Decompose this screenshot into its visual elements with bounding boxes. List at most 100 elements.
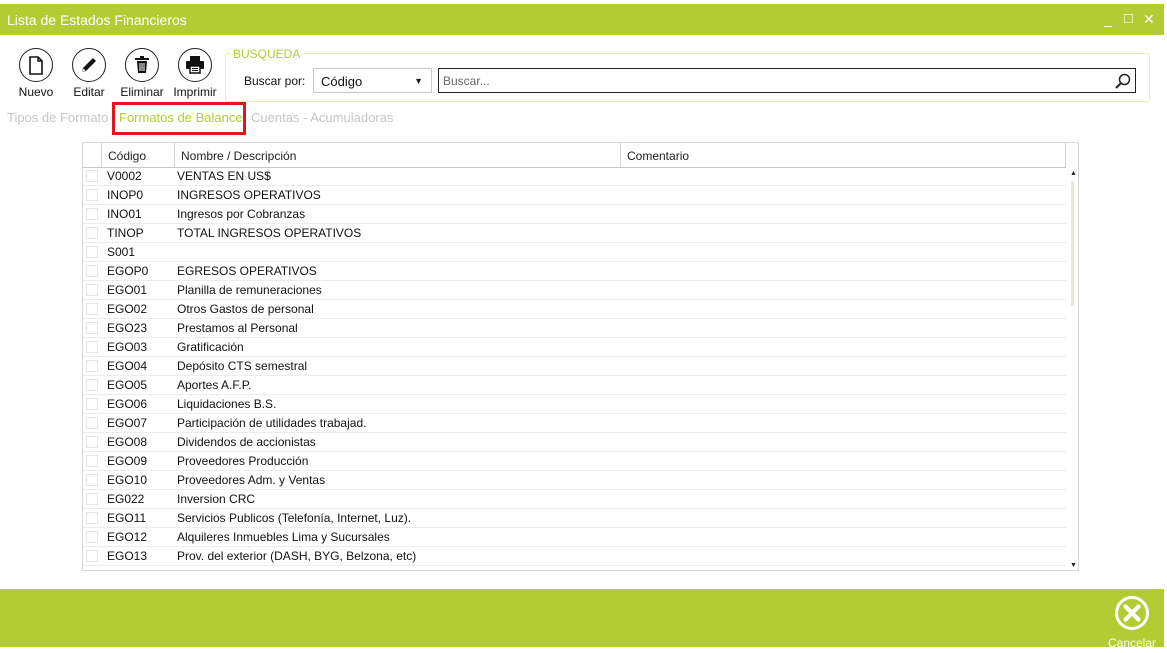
column-header-comment[interactable]: Comentario: [620, 143, 1066, 167]
search-box[interactable]: [438, 68, 1136, 93]
table-row[interactable]: EGO23 Prestamos al Personal: [83, 319, 1066, 338]
row-code: EGO09: [107, 454, 148, 468]
close-icon[interactable]: ✕: [1143, 11, 1155, 27]
row-code: EGO08: [107, 435, 148, 449]
row-checkbox[interactable]: [86, 322, 98, 334]
title-bar: Lista de Estados Financieros _ □ ✕: [0, 4, 1164, 35]
table-row[interactable]: EGO05 Aportes A.F.P.: [83, 376, 1066, 395]
row-name: Dividendos de accionistas: [177, 435, 316, 449]
grid-body: V0002 VENTAS EN US$ INOP0 INGRESOS OPERATIV…: [83, 167, 1066, 570]
chevron-down-icon: ▼: [414, 76, 423, 86]
row-name: TOTAL INGRESOS OPERATIVOS: [177, 226, 362, 240]
footer-bar: [0, 589, 1164, 647]
scroll-down-icon[interactable]: ▼: [1070, 562, 1077, 569]
row-name: Liquidaciones B.S.: [177, 397, 277, 411]
row-name: Proveedores Adm. y Ventas: [177, 473, 326, 487]
row-code: TINOP: [107, 226, 144, 240]
search-input[interactable]: [443, 71, 1103, 90]
row-name: Planilla de remuneraciones: [177, 283, 322, 297]
table-row[interactable]: TINOP TOTAL INGRESOS OPERATIVOS: [83, 224, 1066, 243]
scroll-up-icon[interactable]: ▲: [1070, 170, 1077, 177]
main-window: Lista de Estados Financieros _ □ ✕ Nuevo…: [0, 0, 1167, 653]
table-row[interactable]: S001: [83, 243, 1066, 262]
pencil-icon: [72, 48, 106, 82]
table-row[interactable]: EGO12 Alquileres Inmuebles Lima y Sucursa…: [83, 528, 1066, 547]
grid-header: Código Nombre / Descripción Comentario: [83, 143, 1066, 168]
row-checkbox[interactable]: [86, 265, 98, 277]
table-row[interactable]: EGO10 Proveedores Adm. y Ventas: [83, 471, 1066, 490]
row-code: EGO11: [107, 511, 147, 525]
table-row[interactable]: EGO13 Prov. del exterior (DASH, BYG, Belz…: [83, 547, 1066, 566]
column-header-code[interactable]: Código: [101, 143, 174, 167]
table-row[interactable]: EGO11 Servicios Publicos (Telefonía, Inte…: [83, 509, 1066, 528]
table-row[interactable]: EGO08 Dividendos de accionistas: [83, 433, 1066, 452]
row-checkbox[interactable]: [86, 436, 98, 448]
row-checkbox[interactable]: [86, 170, 98, 182]
row-checkbox[interactable]: [86, 208, 98, 220]
table-row[interactable]: EGO07 Participación de utilidades trabaja…: [83, 414, 1066, 433]
scroll-thumb[interactable]: [1071, 181, 1074, 306]
row-code: EGO05: [107, 378, 148, 392]
row-code: EGO01: [107, 283, 148, 297]
row-checkbox[interactable]: [86, 398, 98, 410]
row-checkbox[interactable]: [86, 303, 98, 315]
select-all-header[interactable]: [83, 143, 101, 167]
row-code: EGO02: [107, 302, 148, 316]
table-row[interactable]: EGO03 Gratificación: [83, 338, 1066, 357]
row-checkbox[interactable]: [86, 417, 98, 429]
row-checkbox[interactable]: [86, 189, 98, 201]
search-group-title: BUSQUEDA: [231, 47, 303, 61]
table-row[interactable]: EGO06 Liquidaciones B.S.: [83, 395, 1066, 414]
table-row[interactable]: EGO02 Otros Gastos de personal: [83, 300, 1066, 319]
row-name: Prov. del exterior (DASH, BYG, Belzona, …: [177, 549, 417, 563]
table-row[interactable]: INOP0 INGRESOS OPERATIVOS: [83, 186, 1066, 205]
table-row[interactable]: EGO04 Depósito CTS semestral: [83, 357, 1066, 376]
search-by-dropdown[interactable]: Código ▼: [313, 68, 432, 93]
row-checkbox[interactable]: [86, 512, 98, 524]
row-checkbox[interactable]: [86, 531, 98, 543]
row-checkbox[interactable]: [86, 493, 98, 505]
delete-button[interactable]: Eliminar: [115, 48, 169, 99]
table-row[interactable]: EGOP0 EGRESOS OPERATIVOS: [83, 262, 1066, 281]
table-row[interactable]: INO01 Ingresos por Cobranzas: [83, 205, 1066, 224]
tab-cuentas-acumuladoras[interactable]: Cuentas - Acumuladoras: [251, 110, 393, 125]
table-row[interactable]: V0002 VENTAS EN US$: [83, 167, 1066, 186]
row-code: EGO04: [107, 359, 148, 373]
row-checkbox[interactable]: [86, 455, 98, 467]
row-checkbox[interactable]: [86, 550, 98, 562]
search-icon[interactable]: [1115, 73, 1131, 94]
row-checkbox[interactable]: [86, 284, 98, 296]
maximize-icon[interactable]: □: [1124, 11, 1133, 27]
row-code: INOP0: [107, 188, 144, 202]
search-by-value: Código: [321, 74, 363, 89]
row-name: VENTAS EN US$: [177, 169, 271, 183]
printer-icon: [178, 48, 212, 82]
active-tab-highlight: [112, 102, 246, 135]
edit-button[interactable]: Editar: [62, 48, 116, 99]
delete-button-label: Eliminar: [120, 85, 164, 99]
row-checkbox[interactable]: [86, 360, 98, 372]
row-checkbox[interactable]: [86, 227, 98, 239]
row-name: Alquileres Inmuebles Lima y Sucursales: [177, 530, 390, 544]
cancel-button[interactable]: Cancelar: [1104, 595, 1160, 650]
row-checkbox[interactable]: [86, 341, 98, 353]
row-name: Depósito CTS semestral: [177, 359, 308, 373]
row-code: EGO13: [107, 549, 148, 563]
row-name: Participación de utilidades trabajad.: [177, 416, 367, 430]
print-button[interactable]: Imprimir: [168, 48, 222, 99]
column-header-name[interactable]: Nombre / Descripción: [174, 143, 620, 167]
row-code: EGO23: [107, 321, 148, 335]
row-name: INGRESOS OPERATIVOS: [177, 188, 321, 202]
tab-tipos-de-formato[interactable]: Tipos de Formato: [7, 110, 108, 125]
row-checkbox[interactable]: [86, 474, 98, 486]
vertical-scrollbar[interactable]: ▲ ▼: [1067, 167, 1078, 570]
table-row[interactable]: EGO01 Planilla de remuneraciones: [83, 281, 1066, 300]
row-checkbox[interactable]: [86, 379, 98, 391]
table-row[interactable]: EG022 Inversion CRC: [83, 490, 1066, 509]
minimize-icon[interactable]: _: [1104, 11, 1112, 27]
edit-button-label: Editar: [73, 85, 105, 99]
row-name: Proveedores Producción: [177, 454, 309, 468]
table-row[interactable]: EGO09 Proveedores Producción: [83, 452, 1066, 471]
new-button[interactable]: Nuevo: [9, 48, 63, 99]
row-checkbox[interactable]: [86, 246, 98, 258]
